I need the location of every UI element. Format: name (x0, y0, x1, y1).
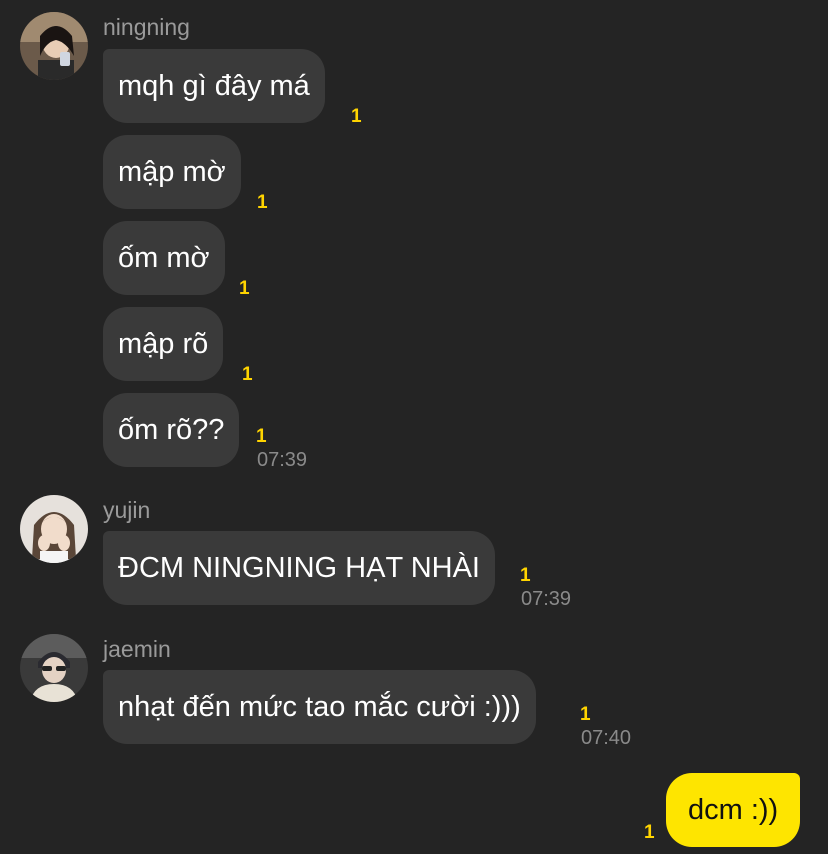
sender-name: yujin (103, 497, 151, 523)
sender-name: jaemin (103, 636, 171, 662)
message-bubble[interactable]: mập mờ (103, 135, 241, 209)
unread-count: 1 (520, 565, 531, 586)
message-time: 07:40 (581, 727, 632, 749)
message-bubble[interactable]: mập rõ (103, 307, 224, 381)
avatar-ningning[interactable] (20, 12, 88, 80)
message-bubble[interactable]: nhạt đến mức tao mắc cười :))) (103, 670, 536, 744)
message-time: 07:39 (257, 449, 308, 471)
unread-count: 1 (351, 106, 362, 127)
unread-count: 1 (580, 704, 591, 725)
message-bubble[interactable]: ĐCM NINGNING HẠT NHÀI (103, 531, 495, 605)
my-message-bubble[interactable]: dcm :)) (666, 773, 801, 847)
unread-count: 1 (256, 426, 267, 447)
sender-name: ningning (103, 14, 190, 40)
avatar-jaemin[interactable] (20, 634, 88, 702)
message-bubble[interactable]: mqh gì đây má (103, 49, 325, 123)
message-bubble[interactable]: ốm rõ?? (103, 393, 240, 467)
unread-count: 1 (257, 192, 268, 213)
unread-count: 1 (644, 822, 655, 843)
message-time: 07:39 (521, 588, 572, 610)
unread-count: 1 (242, 364, 253, 385)
unread-count: 1 (239, 278, 250, 299)
message-bubble[interactable]: ốm mờ (103, 221, 225, 295)
avatar-yujin[interactable] (20, 495, 88, 563)
